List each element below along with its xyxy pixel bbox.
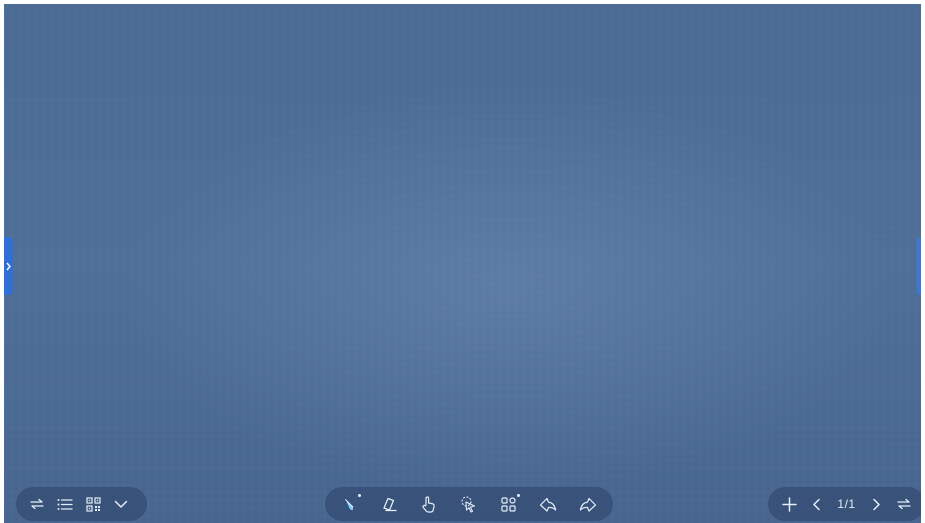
chevron-right-icon[interactable] [865, 493, 887, 515]
chevron-left-icon[interactable] [806, 493, 828, 515]
whiteboard-canvas[interactable]: 1/1 [4, 4, 921, 523]
swap-arrows-icon[interactable] [26, 493, 48, 515]
list-icon[interactable] [54, 493, 76, 515]
apps-grid-icon[interactable] [498, 493, 520, 515]
chevron-down-icon[interactable] [110, 493, 132, 515]
hand-pointer-icon[interactable] [418, 493, 440, 515]
page-indicator: 1/1 [837, 497, 856, 511]
plus-icon[interactable] [778, 493, 800, 515]
submenu-indicator [516, 494, 520, 497]
left-panel-toggle[interactable] [4, 237, 13, 295]
qr-code-icon[interactable] [82, 493, 104, 515]
swap-arrows-icon[interactable] [893, 493, 915, 515]
pen-icon[interactable] [339, 493, 361, 515]
eraser-icon[interactable] [379, 493, 401, 515]
redo-icon[interactable] [577, 493, 599, 515]
right-panel-toggle[interactable] [917, 237, 921, 295]
submenu-indicator [358, 494, 361, 497]
select-pointer-icon[interactable] [458, 493, 480, 515]
chevron-right-icon [6, 262, 11, 270]
undo-icon[interactable] [537, 493, 559, 515]
bottom-right-toolbar: 1/1 [768, 487, 921, 521]
bottom-center-toolbar [325, 487, 613, 521]
bottom-left-toolbar [16, 487, 147, 521]
